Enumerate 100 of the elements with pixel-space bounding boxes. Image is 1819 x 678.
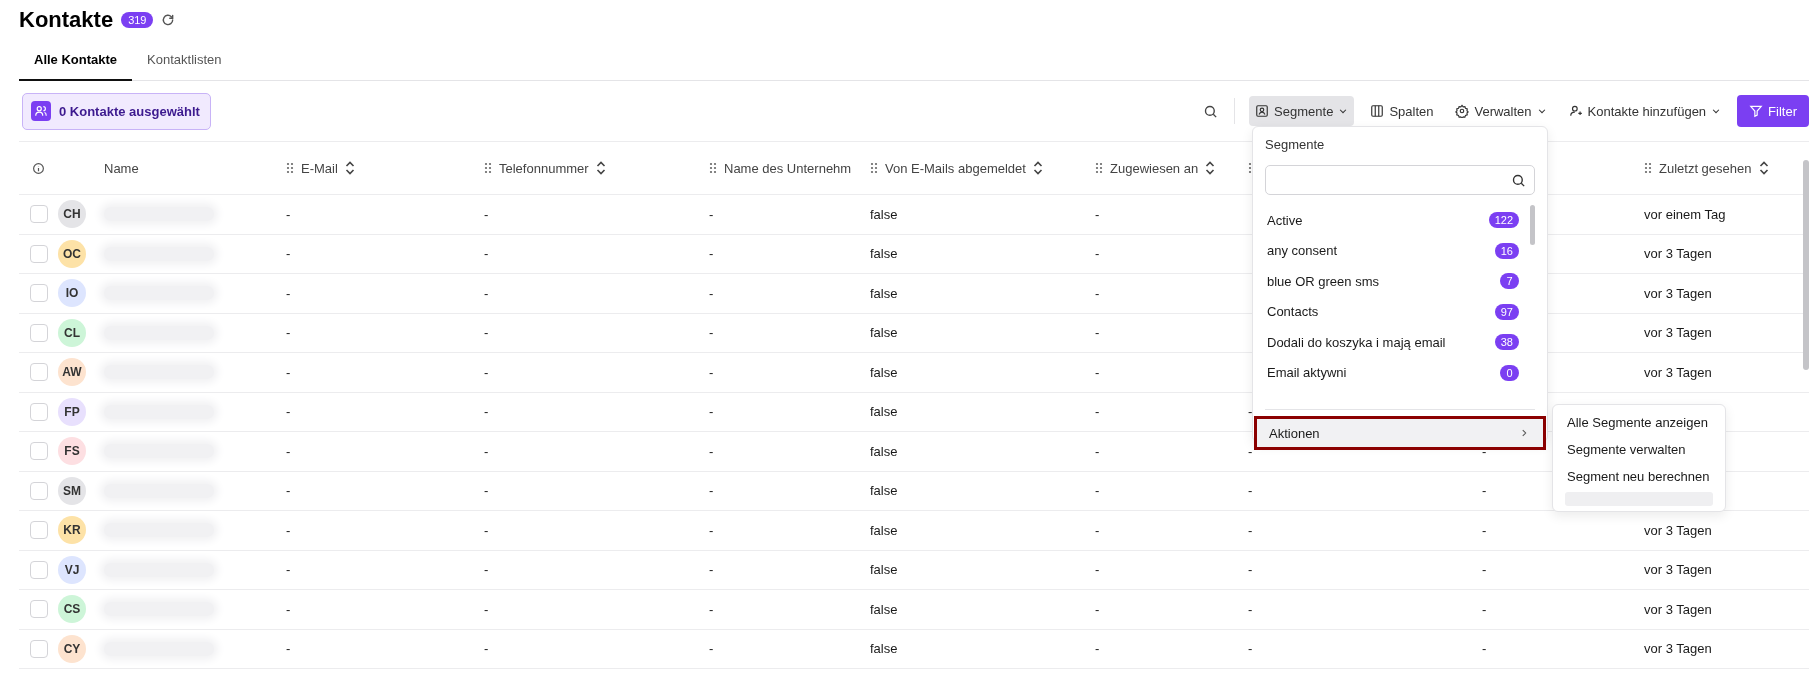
table-cell: - [1248, 483, 1253, 499]
segment-count-badge: 122 [1488, 212, 1519, 229]
avatar: FP [58, 397, 86, 426]
table-cell: - [1095, 641, 1100, 657]
segment-count-badge: 7 [1500, 273, 1519, 290]
row-checkbox[interactable] [29, 323, 48, 342]
table-cell: false [870, 285, 898, 301]
table-cell: - [1248, 601, 1253, 617]
segment-item[interactable]: Dodali do koszyka i mają email 38 [1267, 327, 1519, 358]
table-cell: - [484, 364, 489, 380]
table-cell: false [870, 483, 898, 499]
table-cell: - [1248, 404, 1253, 420]
table-cell: - [1248, 562, 1253, 578]
column-header[interactable]: E-Mail [301, 160, 338, 176]
table-cell: vor 3 Tagen [1644, 601, 1712, 617]
table-cell: - [286, 246, 291, 262]
table-cell: - [1095, 404, 1100, 420]
refresh-icon[interactable] [161, 13, 176, 27]
row-checkbox[interactable] [29, 363, 48, 382]
menu-item[interactable]: Segment neu berechnen [1553, 463, 1725, 490]
table-cell: - [286, 641, 291, 657]
table-cell: false [870, 206, 898, 222]
drag-handle-icon[interactable] [870, 162, 878, 174]
sort-icon[interactable] [1032, 161, 1043, 175]
table-cell: - [286, 364, 291, 380]
table-cell: - [709, 206, 714, 222]
info-icon[interactable] [32, 161, 45, 175]
table-cell: - [484, 246, 489, 262]
row-checkbox[interactable] [29, 402, 48, 421]
row-checkbox[interactable] [29, 442, 48, 461]
table-cell: - [1095, 522, 1100, 538]
contact-count-badge: 319 [121, 12, 154, 28]
table-cell: - [286, 483, 291, 499]
drag-handle-icon[interactable] [1095, 162, 1103, 174]
row-checkbox[interactable] [29, 521, 48, 540]
column-header[interactable]: Name [104, 160, 139, 176]
table-cell: - [286, 601, 291, 617]
segment-name: Contacts [1267, 304, 1319, 320]
avatar: FS [58, 437, 86, 466]
row-checkbox[interactable] [29, 639, 48, 658]
scrollbar[interactable] [1803, 160, 1809, 370]
sort-icon[interactable] [1758, 161, 1769, 175]
toolbar-button[interactable]: Filter [1737, 95, 1809, 127]
column-header[interactable]: Telefonnummer [499, 160, 589, 176]
actions-menu-item[interactable]: Aktionen [1254, 416, 1546, 450]
settings-icon [1455, 104, 1470, 118]
sort-icon[interactable] [595, 161, 606, 175]
menu-item[interactable]: Alle Segmente anzeigen [1553, 409, 1725, 436]
segment-item[interactable]: Email aktywni 0 [1267, 357, 1519, 388]
table-cell: - [709, 522, 714, 538]
table-cell: - [709, 246, 714, 262]
table-cell: - [1482, 522, 1487, 538]
column-header[interactable]: Zugewiesen an [1110, 160, 1199, 176]
sort-icon[interactable] [344, 161, 355, 175]
columns-icon [1370, 104, 1385, 118]
segment-count-badge: 38 [1494, 334, 1519, 351]
segment-item[interactable]: Active 122 [1267, 205, 1519, 236]
table-cell: - [1248, 522, 1253, 538]
search-icon[interactable] [1203, 103, 1219, 119]
row-checkbox[interactable] [29, 560, 48, 579]
table-cell: vor 3 Tagen [1644, 562, 1712, 578]
drag-handle-icon[interactable] [709, 162, 717, 174]
column-header[interactable]: Name des Unternehm [724, 160, 852, 176]
row-checkbox[interactable] [29, 481, 48, 500]
table-cell: - [709, 443, 714, 459]
segment-item[interactable]: blue OR green sms 7 [1267, 266, 1519, 297]
table-cell: - [1095, 562, 1100, 578]
row-checkbox[interactable] [29, 284, 48, 303]
toolbar-button[interactable]: Spalten [1364, 96, 1440, 126]
search-field[interactable] [1265, 165, 1535, 195]
toolbar-button[interactable]: Kontakte hinzufügen [1562, 96, 1728, 126]
column-header[interactable]: Zuletzt gesehen [1659, 160, 1752, 176]
avatar: KR [58, 516, 86, 545]
toolbar-button[interactable]: Segmente [1249, 96, 1355, 126]
row-checkbox[interactable] [29, 244, 48, 263]
table-cell: - [484, 601, 489, 617]
drag-handle-icon[interactable] [484, 162, 492, 174]
toolbar-button[interactable]: Verwalten [1449, 96, 1553, 126]
table-cell: - [484, 404, 489, 420]
row-checkbox[interactable] [29, 600, 48, 619]
add-person-icon [1568, 104, 1583, 118]
table-cell: - [1095, 206, 1100, 222]
segment-name: any consent [1267, 243, 1338, 259]
menu-item[interactable]: Segmente verwalten [1553, 436, 1725, 463]
tab[interactable]: Kontaktlisten [132, 40, 237, 81]
scrollbar[interactable] [1530, 205, 1535, 245]
selected-contacts-button[interactable]: 0 Kontakte ausgewählt [22, 92, 211, 130]
row-checkbox[interactable] [29, 205, 48, 224]
drag-handle-icon[interactable] [1644, 162, 1652, 174]
column-header[interactable]: Von E-Mails abgemeldet [885, 160, 1026, 176]
sort-icon[interactable] [1205, 161, 1216, 175]
segment-item[interactable]: any consent 16 [1267, 235, 1519, 266]
table-cell: vor 3 Tagen [1644, 246, 1712, 262]
segment-item[interactable]: Contacts 97 [1267, 296, 1519, 327]
table-cell: - [1482, 562, 1487, 578]
table-cell: - [1248, 641, 1253, 657]
avatar: AW [58, 358, 86, 387]
avatar: SM [58, 476, 86, 505]
tab[interactable]: Alle Kontakte [19, 40, 133, 81]
drag-handle-icon[interactable] [286, 162, 294, 174]
